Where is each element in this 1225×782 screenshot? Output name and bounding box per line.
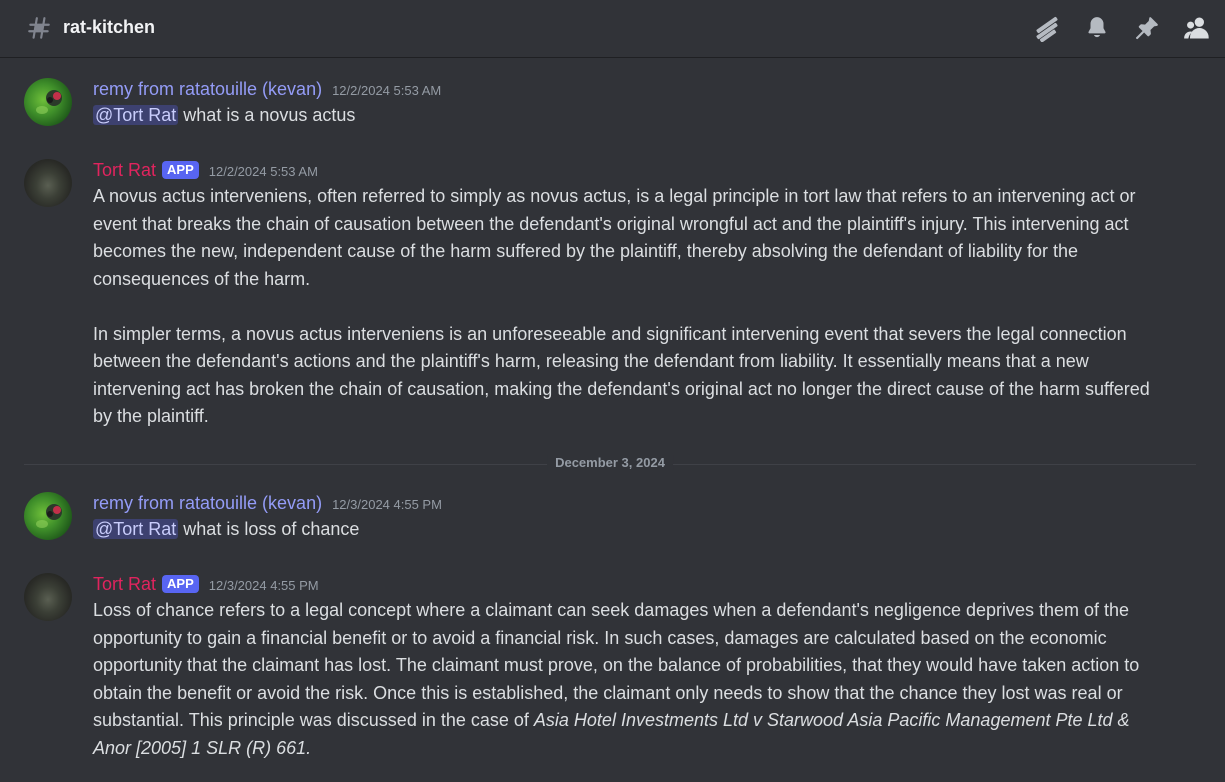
hash-icon: [28, 17, 50, 39]
message-header: remy from ratatouille (kevan) 12/3/2024 …: [93, 492, 442, 514]
message-content: @Tort Rat what is a novus actus: [93, 102, 1158, 130]
timestamp: 12/2/2024 5:53 AM: [208, 164, 318, 179]
date-divider-label: December 3, 2024: [547, 455, 673, 470]
avatar[interactable]: [24, 159, 72, 207]
rat-avatar-image: [36, 90, 62, 114]
message-content: @Tort Rat what is loss of chance: [93, 516, 1158, 544]
username[interactable]: remy from ratatouille (kevan): [93, 78, 322, 100]
threads-icon[interactable]: [1033, 14, 1061, 42]
message-paragraph: In simpler terms, a novus actus interven…: [93, 323, 1150, 427]
timestamp: 12/3/2024 4:55 PM: [332, 497, 442, 512]
username[interactable]: Tort Rat: [93, 159, 156, 181]
avatar[interactable]: [24, 78, 72, 126]
username[interactable]: Tort Rat: [93, 573, 156, 595]
bell-icon[interactable]: [1083, 14, 1111, 42]
members-icon[interactable]: [1183, 14, 1211, 42]
message-text: what is a novus actus: [178, 105, 356, 125]
avatar[interactable]: [24, 492, 72, 540]
channel-header: rat-kitchen: [0, 0, 1225, 58]
avatar[interactable]: [24, 573, 72, 621]
message-content: A novus actus interveniens, often referr…: [93, 183, 1158, 431]
header-toolbar: [1033, 14, 1211, 42]
rat-avatar-image: [36, 504, 62, 528]
message-header: Tort Rat APP 12/3/2024 4:55 PM: [93, 573, 319, 595]
message-content: Loss of chance refers to a legal concept…: [93, 597, 1158, 762]
channel-name: rat-kitchen: [63, 17, 156, 37]
pin-icon[interactable]: [1133, 14, 1161, 42]
message-list: remy from ratatouille (kevan) 12/2/2024 …: [0, 58, 1225, 782]
message-header: Tort Rat APP 12/2/2024 5:53 AM: [93, 159, 318, 181]
message-paragraph: A novus actus interveniens, often referr…: [93, 186, 1136, 289]
app-badge: APP: [162, 575, 199, 593]
date-divider: December 3, 2024: [24, 455, 1196, 470]
app-badge: APP: [162, 161, 199, 179]
username[interactable]: remy from ratatouille (kevan): [93, 492, 322, 514]
user-mention[interactable]: @Tort Rat: [93, 519, 179, 539]
message-text: what is loss of chance: [178, 519, 360, 539]
timestamp: 12/3/2024 4:55 PM: [208, 578, 319, 593]
message-header: remy from ratatouille (kevan) 12/2/2024 …: [93, 78, 441, 100]
user-mention[interactable]: @Tort Rat: [93, 105, 179, 125]
timestamp: 12/2/2024 5:53 AM: [332, 83, 442, 98]
